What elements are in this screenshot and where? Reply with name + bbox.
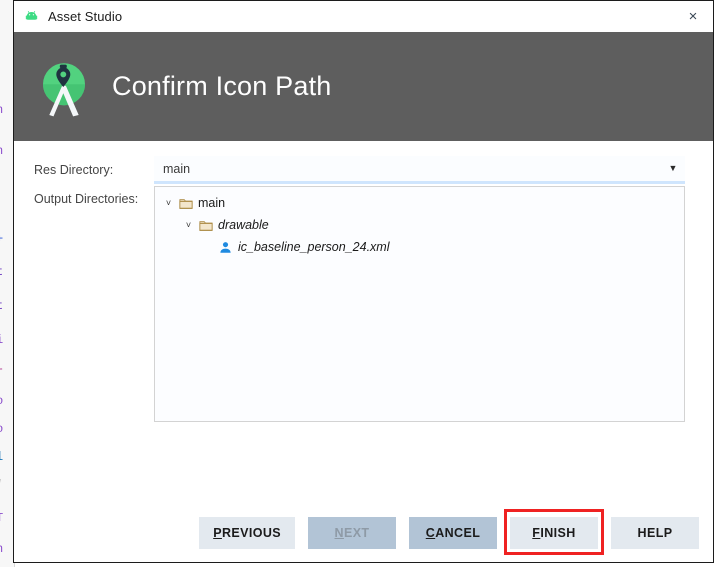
cancel-button[interactable]: C ANCEL xyxy=(409,517,497,549)
help-button-label: HELP xyxy=(637,526,673,540)
background-code-glyph: n xyxy=(0,104,3,117)
chevron-down-icon[interactable]: ▼ xyxy=(661,163,685,175)
background-code-glyph: T xyxy=(0,512,3,525)
background-code-glyph: n xyxy=(0,543,3,556)
next-button[interactable]: N EXT xyxy=(308,517,396,549)
output-directories-label: Output Directories: xyxy=(34,192,139,206)
background-code-glyph: o xyxy=(0,423,3,436)
background-code-glyph: t xyxy=(0,266,3,279)
tree-item-drawable[interactable]: ˅ drawable xyxy=(155,214,684,236)
previous-button-mnemonic: P xyxy=(213,526,222,540)
background-code-glyph: o xyxy=(0,395,3,408)
previous-button[interactable]: P REVIOUS xyxy=(199,517,295,549)
finish-button-mnemonic: F xyxy=(532,526,541,540)
chevron-down-icon[interactable]: ˅ xyxy=(161,198,176,208)
background-code-glyph: l xyxy=(0,451,3,464)
res-directory-label: Res Directory: xyxy=(34,163,114,177)
dialog-button-bar: P REVIOUS N EXT C ANCEL F INISH HELP xyxy=(14,504,713,562)
folder-icon xyxy=(196,219,215,232)
person-file-icon xyxy=(216,240,235,255)
tree-item-icon-file[interactable]: ic_baseline_person_24.xml xyxy=(155,236,684,258)
next-button-label: EXT xyxy=(343,526,370,540)
cancel-button-label: ANCEL xyxy=(435,526,481,540)
background-code-glyph: ' xyxy=(0,479,3,492)
close-icon[interactable]: × xyxy=(673,1,713,32)
android-studio-logo xyxy=(28,51,100,123)
dialog-header-banner: Confirm Icon Path xyxy=(14,32,713,141)
help-button[interactable]: HELP xyxy=(611,517,699,549)
tree-item-main[interactable]: ˅ main xyxy=(155,192,684,214)
background-code-glyph: + xyxy=(0,233,3,246)
tree-item-label: drawable xyxy=(218,218,269,232)
dialog-title: Asset Studio xyxy=(48,9,123,24)
asset-studio-dialog: Asset Studio × Confirm Icon Path Res Dir… xyxy=(13,0,714,563)
chevron-down-icon[interactable]: ˅ xyxy=(181,220,196,230)
finish-button-label: INISH xyxy=(540,526,576,540)
cancel-button-mnemonic: C xyxy=(425,526,436,540)
background-code-glyph: i xyxy=(0,334,3,347)
finish-button[interactable]: F INISH xyxy=(510,517,598,549)
res-directory-combobox[interactable]: main ▼ xyxy=(154,156,685,184)
previous-button-label: REVIOUS xyxy=(221,526,281,540)
page-title: Confirm Icon Path xyxy=(112,71,332,101)
res-directory-value: main xyxy=(163,161,191,176)
dialog-body: Res Directory: main ▼ Output Directories… xyxy=(14,141,713,562)
background-code-glyph: r xyxy=(0,366,3,379)
background-code-glyph: t xyxy=(0,300,3,313)
next-button-mnemonic: N xyxy=(334,526,344,540)
dialog-titlebar: Asset Studio × xyxy=(14,1,713,32)
background-code-glyph: n xyxy=(0,145,3,158)
finish-button-wrapper: F INISH xyxy=(504,509,604,555)
output-directories-tree[interactable]: ˅ main ˅ drawable ic_baseline_person_24.… xyxy=(154,186,685,422)
tree-item-label: ic_baseline_person_24.xml xyxy=(238,240,390,254)
res-directory-row: Res Directory: main ▼ xyxy=(14,156,713,186)
tree-item-label: main xyxy=(198,196,226,210)
folder-icon xyxy=(176,197,195,210)
android-robot-icon xyxy=(23,8,40,25)
